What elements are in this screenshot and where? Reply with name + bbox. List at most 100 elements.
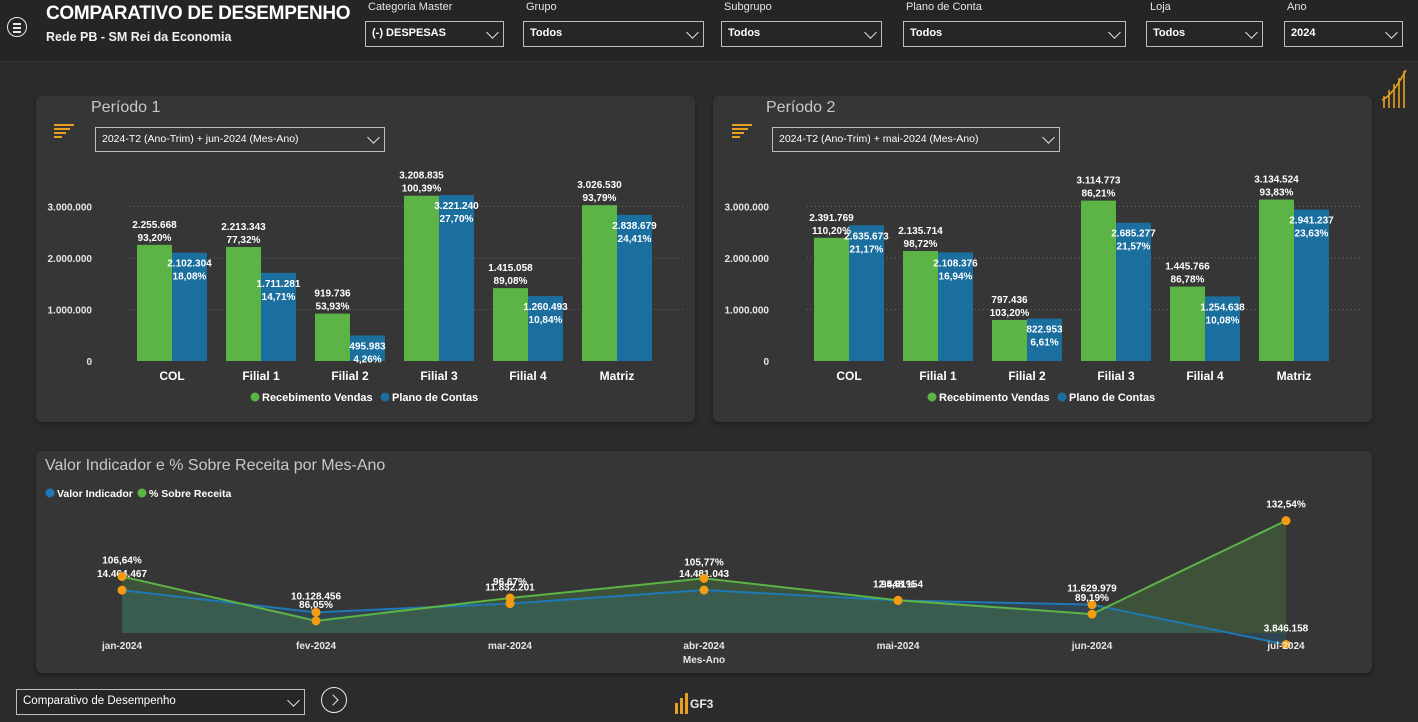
page-select-dropdown[interactable]: Comparativo de Desempenho [16,689,305,715]
bar-recebimento-vendas [992,319,1027,361]
data-label: 1.254.638 [1200,302,1245,313]
point-sobre-receita [699,573,709,583]
filter-categoria-master[interactable]: (-) DESPESAS [365,21,504,47]
data-label: 2.108.376 [933,258,978,269]
x-tick-label: COL [836,369,861,383]
data-label-pct: 105,77% [684,557,724,568]
bar-recebimento-vendas [814,237,849,361]
bar-recebimento-vendas [315,313,350,361]
legend-marker [250,392,260,402]
data-label-pct: 14,71% [262,292,296,303]
filter-ano[interactable]: 2024 [1284,21,1403,47]
data-label: 2.102.304 [167,259,212,270]
legend-marker [927,392,937,402]
x-tick-label: abr-2024 [683,641,725,652]
data-label-pct: 93,79% [583,193,617,204]
data-label-pct: 21,17% [850,244,884,255]
data-label-pct: 6,61% [1030,338,1058,349]
x-axis-title: Mes-Ano [683,655,725,666]
legend-label: Plano de Contas [1069,392,1155,404]
data-label: 1.445.766 [1165,262,1210,273]
x-tick-label: mai-2024 [877,641,920,652]
y-tick-label: 1.000.000 [48,306,93,317]
legend-label: Plano de Contas [392,392,478,404]
data-label: 3.026.530 [577,180,622,191]
legend-marker [380,392,390,402]
filter-value: 2024 [1291,27,1316,39]
x-tick-label: Filial 3 [1097,369,1135,383]
next-page-button[interactable] [321,687,347,713]
page-select-value: Comparativo de Desempenho [23,695,176,707]
chevron-down-icon [1245,26,1258,39]
x-tick-label: jun-2024 [1071,641,1113,652]
point-valor-indicador [699,585,709,595]
point-sobre-receita [311,616,321,626]
data-label-pct: 93,20% [138,233,172,244]
filter-subgrupo[interactable]: Todos [721,21,882,47]
x-tick-label: Matriz [600,369,635,383]
data-label: 2.685.277 [1111,229,1156,240]
y-tick-label: 2.000.000 [48,254,93,265]
legend-label: Recebimento Vendas [939,392,1050,404]
legend-marker [45,488,55,498]
data-label-pct: 24,41% [618,234,652,245]
point-sobre-receita [1087,609,1097,619]
page-title: COMPARATIVO DE DESEMPENHO [46,3,351,24]
filter-value: Todos [910,27,943,39]
data-label: 3.114.773 [1077,176,1121,187]
bar-recebimento-vendas [404,195,439,361]
data-label: 2.941.237 [1289,216,1334,227]
gf3-logo: GF3 [675,693,714,714]
bar-chart-periodo-2: 01.000.0002.000.0003.000.0002.391.769110… [725,175,1361,404]
x-tick-label: COL [159,369,184,383]
data-label: 1.711.281 [257,279,301,290]
x-tick-label: mar-2024 [488,641,532,652]
data-label: 1.415.058 [488,263,533,274]
data-label-pct: 86,05% [299,600,333,611]
data-label: 2.213.343 [221,222,266,233]
point-sobre-receita [893,595,903,605]
chart-title: Valor Indicador e % Sobre Receita por Me… [45,457,385,474]
panel-periodo-1: Período 1 2024-T2 (Ano-Trim) + jun-2024 … [36,96,695,422]
data-label-pct: 89,19% [1075,593,1109,604]
data-label: 919.736 [314,289,351,300]
y-tick-label: 2.000.000 [725,254,770,265]
bar-chart-periodo-1: 0 1.000.000 2.000.000 3.000.000 2.255.668 93,… [48,171,684,404]
data-label: 2.391.769 [809,213,854,224]
bar-recebimento-vendas [1170,286,1205,361]
chevron-down-icon [1108,26,1121,39]
x-tick-label: Filial 4 [509,369,547,383]
y-tick-label: 0 [763,357,769,368]
filter-value: Todos [1153,27,1186,39]
data-label-pct: 106,64% [102,555,142,566]
bar-recebimento-vendas [493,288,528,361]
data-label-valor: 3.846.158 [1264,624,1309,635]
filter-grupo[interactable]: Todos [523,21,704,47]
logo-text: GF3 [690,697,714,711]
data-label-pct: 27,70% [440,214,474,225]
filter-plano-de-conta[interactable]: Todos [903,21,1126,47]
filter-value: Todos [728,27,761,39]
panel-line-chart: Valor Indicador e % Sobre Receita por Me… [36,451,1372,673]
x-tick-label: jul-2024 [1266,641,1305,652]
data-label-pct: 89,08% [494,276,528,287]
data-label: 2.838.679 [612,221,657,232]
filter-loja[interactable]: Todos [1146,21,1263,47]
data-label-pct: 16,94% [939,271,973,282]
growth-chart-icon[interactable] [1380,66,1410,110]
data-label: 1.260.493 [523,302,568,313]
data-label-pct: 103,20% [990,308,1030,319]
x-tick-label: Filial 2 [331,369,369,383]
data-label-pct: 77,32% [227,235,261,246]
legend-label: % Sobre Receita [149,488,231,500]
menu-icon[interactable] [7,17,27,37]
filter-label-ano: Ano [1287,1,1307,13]
line-chart-mes-ano: Valor Indicador e % Sobre Receita por Me… [45,457,1309,666]
y-tick-label: 3.000.000 [48,203,93,214]
bar-recebimento-vendas [226,247,261,361]
data-label-pct: 132,54% [1266,500,1306,511]
point-sobre-receita [1281,516,1291,526]
x-tick-label: Filial 1 [919,369,957,383]
data-label-pct: 86,78% [1171,275,1205,286]
x-tick-label: Matriz [1277,369,1312,383]
